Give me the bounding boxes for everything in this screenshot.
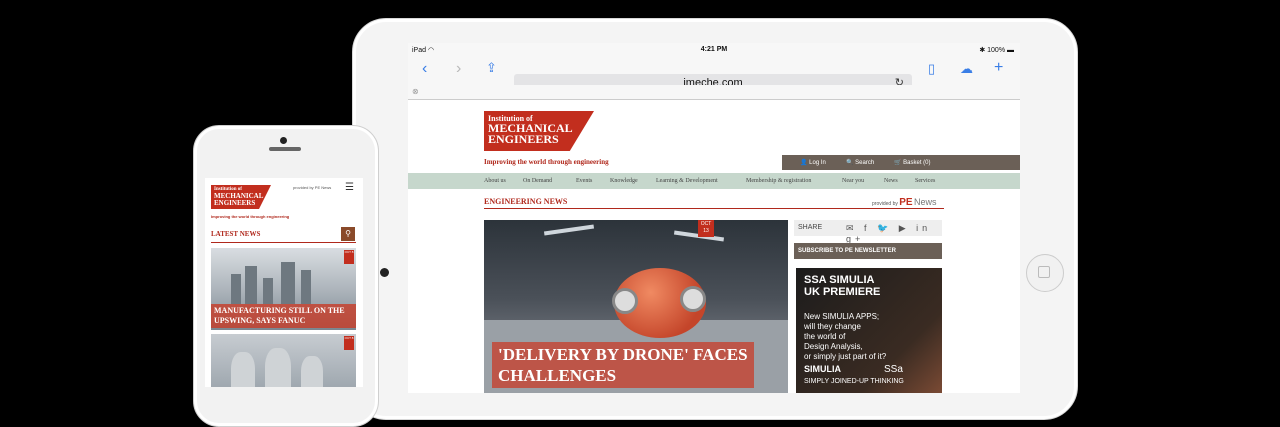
share-icon[interactable]: ⇪	[486, 60, 497, 76]
clock: 4:21 PM	[700, 46, 728, 53]
main-nav: About us On Demand Events Knowledge Lear…	[408, 173, 1020, 189]
section-title: ENGINEERING NEWS	[484, 197, 568, 206]
nav-membership[interactable]: Membership & registration	[746, 178, 811, 184]
building	[245, 266, 257, 304]
building	[301, 270, 311, 304]
search-icon[interactable]: ⚲	[341, 227, 355, 241]
forward-icon[interactable]: ›	[456, 60, 461, 78]
hangar-light	[543, 224, 595, 236]
nav-services[interactable]: Services	[915, 178, 935, 184]
iphone-camera	[280, 137, 287, 144]
building	[231, 274, 241, 304]
section-divider	[484, 208, 944, 209]
date-badge: OCT 8	[344, 250, 354, 264]
building	[263, 278, 273, 304]
nav-about-us[interactable]: About us	[484, 178, 506, 184]
new-tab-icon[interactable]: +	[994, 59, 1003, 77]
hero-headline[interactable]: 'DELIVERY BY DRONE' FACES CHALLENGES	[492, 342, 754, 388]
imeche-logo[interactable]: Institution of MECHANICAL ENGINEERS	[484, 111, 594, 151]
ipad-screen: iPad ◠ 4:21 PM ✱ 100% ▬ ‹ › ⇪ imeche.com…	[408, 43, 1020, 393]
login-link[interactable]: 👤 Log In	[800, 159, 826, 166]
nav-news[interactable]: News	[884, 178, 898, 184]
tab-row: ⊗	[408, 85, 1020, 100]
section-divider	[211, 242, 356, 243]
home-square-icon	[1038, 266, 1050, 278]
ad-body: New SIMULIA APPS; will they change the wor…	[804, 312, 887, 361]
nav-knowledge[interactable]: Knowledge	[610, 178, 638, 184]
nav-near-you[interactable]: Near you	[842, 178, 864, 184]
drone-camera	[612, 288, 638, 314]
news-card[interactable]: OCT 8 MANUFACTURING STILL ON THE UPSWING…	[211, 248, 356, 330]
logo-line-3: ENGINEERS	[214, 199, 256, 207]
advert-banner[interactable]: SSA SIMULIA UK PREMIERE New SIMULIA APPS;…	[796, 268, 942, 393]
cooling-tower	[301, 356, 323, 387]
share-label: SHARE	[798, 224, 823, 231]
search-link[interactable]: 🔍 Search	[846, 159, 874, 166]
cooling-tower	[265, 348, 291, 387]
logo-line-3: ENGINEERS	[488, 132, 559, 146]
website-content: Institution of MECHANICAL ENGINEERS Impr…	[408, 100, 1020, 393]
nav-learning[interactable]: Learning & Development	[656, 178, 718, 184]
news-card[interactable]: OCT 8	[211, 334, 356, 387]
nav-on-demand[interactable]: On Demand	[523, 178, 552, 184]
provided-by: provided by PE News	[293, 185, 332, 190]
cooling-tower	[231, 352, 255, 387]
cloud-tabs-icon[interactable]: ☁	[960, 61, 973, 77]
ad-title: SSA SIMULIA UK PREMIERE	[804, 274, 881, 298]
ad-brand: SIMULIA	[804, 364, 841, 374]
drone-camera	[680, 286, 706, 312]
provided-by: provided by PE News	[872, 197, 937, 208]
site-tagline: Improving the world through engineering	[211, 214, 290, 219]
imeche-logo-mobile[interactable]: Institution of MECHANICAL ENGINEERS	[211, 185, 271, 209]
social-icons[interactable]: ✉ f 🐦 ▶ in g+	[846, 223, 942, 244]
user-bar: 👤 Log In 🔍 Search 🛒 Basket (0)	[782, 155, 1020, 170]
basket-link[interactable]: 🛒 Basket (0)	[894, 159, 930, 166]
iphone-screen: Institution of MECHANICAL ENGINEERS prov…	[205, 178, 363, 387]
hero-image[interactable]: 'DELIVERY BY DRONE' FACES CHALLENGES	[484, 220, 788, 393]
iphone-speaker	[269, 147, 301, 151]
browser-toolbar: ‹ › ⇪ imeche.com ↻ ▯ ☁ +	[408, 57, 1020, 92]
ipad-camera	[380, 268, 389, 277]
ad-slogan: SIMPLY JOINED-UP THINKING	[804, 378, 904, 385]
status-bar: iPad ◠ 4:21 PM ✱ 100% ▬	[408, 43, 1020, 57]
date-badge: OCT 13	[698, 220, 714, 237]
site-tagline: Improving the world through engineering	[484, 158, 609, 166]
battery-status: ✱ 100% ▬	[979, 47, 1014, 54]
share-bar: SHARE ✉ f 🐦 ▶ in g+	[794, 220, 942, 244]
back-icon[interactable]: ‹	[422, 60, 427, 78]
ad-ssa-logo: SSa	[884, 364, 903, 375]
close-tab-icon[interactable]: ⊗	[412, 87, 419, 96]
nav-events[interactable]: Events	[576, 178, 592, 184]
bookmarks-icon[interactable]: ▯	[928, 61, 935, 77]
news-card-title[interactable]: MANUFACTURING STILL ON THE UPSWING, SAYS…	[211, 304, 356, 328]
building	[281, 262, 295, 304]
date-badge: OCT 8	[344, 336, 354, 350]
subscribe-button[interactable]: SUBSCRIBE TO PE NEWSLETTER	[794, 243, 942, 259]
hamburger-menu-icon[interactable]: ☰	[345, 183, 355, 193]
latest-news-heading: LATEST NEWS	[211, 230, 261, 238]
